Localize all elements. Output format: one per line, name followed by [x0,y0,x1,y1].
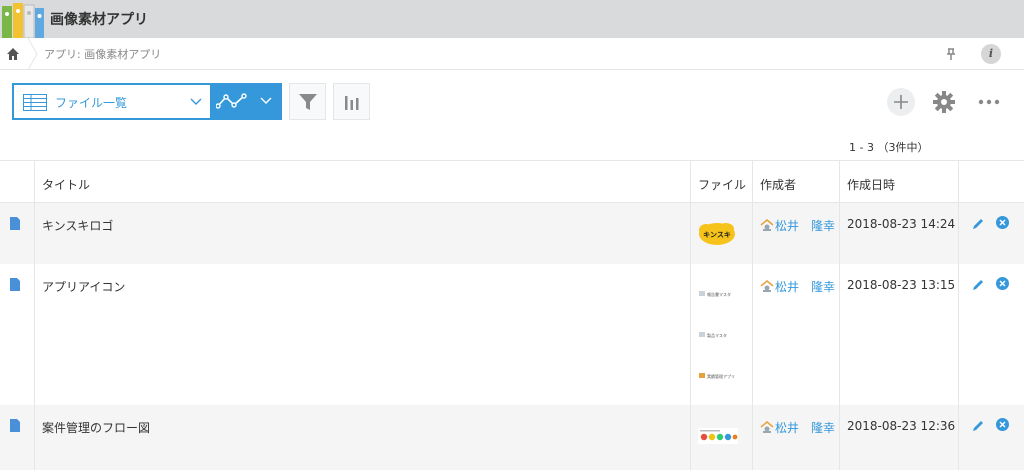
record-title: 案件管理のフロー図 [42,421,151,435]
breadcrumb-separator-icon [27,38,38,70]
table-header: タイトル ファイル 作成者 作成日時 [0,160,1024,203]
add-record-button[interactable] [887,88,915,116]
view-selector: ファイル一覧 [12,83,282,120]
user-avatar-icon [760,421,774,433]
thumbnail-logo-text: キンスキ [703,231,731,239]
table-row[interactable]: 案件管理のフロー図 松井 隆幸 2018-08-23 12:36 [0,405,1024,470]
creator-name: 松井 隆幸 [775,219,836,233]
document-icon[interactable] [10,419,20,432]
view-label: ファイル一覧 [55,96,128,110]
app-header: 画像素材アプリ [0,0,1024,38]
thumbnail-label-text: 報告書マスタ [707,291,731,297]
delete-icon[interactable] [996,418,1009,431]
more-options-icon[interactable] [978,96,1000,108]
column-header-file[interactable]: ファイル [698,176,746,193]
created-datetime: 2018-08-23 13:15 [847,278,956,292]
thumbnail-label-text: 製品マスタ [707,332,727,338]
filter-button[interactable] [289,83,326,120]
column-divider [839,160,840,470]
creator-name: 松井 隆幸 [775,421,836,435]
column-divider [958,160,959,470]
breadcrumb-app-link[interactable]: アプリ: 画像素材アプリ [44,46,161,62]
column-divider [34,160,35,470]
column-header-title[interactable]: タイトル [42,176,90,193]
table-row[interactable]: キンスキロゴ キンスキ 松井 隆幸 2018-08-23 14:24 [0,203,1024,264]
thumbnail-label-text: 実績管理アプリ [707,373,735,379]
pagination-text: 1 - 3 （3件中） [849,141,929,154]
home-icon[interactable] [6,47,20,61]
column-header-creator[interactable]: 作成者 [760,176,796,193]
list-view-icon [23,94,47,111]
created-datetime: 2018-08-23 14:24 [847,217,956,231]
creator-name: 松井 隆幸 [775,280,836,294]
delete-icon[interactable] [996,277,1009,290]
creator-link[interactable]: 松井 隆幸 [760,278,835,295]
creator-link[interactable]: 松井 隆幸 [760,217,835,234]
file-thumbnail-logo[interactable]: キンスキ [698,221,736,247]
record-title: アプリアイコン [42,280,126,294]
filter-icon [299,94,317,110]
bar-chart-icon [345,96,359,110]
app-title: 画像素材アプリ [50,12,148,28]
file-thumbnail-app-icons[interactable]: 報告書マスタ 製品マスタ 実績管理アプリ [698,290,742,380]
info-icon[interactable]: i [981,44,1001,64]
document-icon[interactable] [10,278,20,291]
created-datetime: 2018-08-23 12:36 [847,419,956,433]
app-logo-binders-icon [2,3,44,38]
pencil-icon[interactable] [972,419,985,432]
record-title: キンスキロゴ [42,219,114,233]
table-row[interactable]: アプリアイコン 報告書マスタ 製品マスタ 実績管理アプリ 松井 隆幸 2018-… [0,264,1024,405]
graph-view-icon[interactable] [216,93,248,110]
plus-icon [894,95,908,109]
view-dropdown[interactable]: ファイル一覧 [14,85,210,118]
creator-link[interactable]: 松井 隆幸 [760,419,835,436]
pencil-icon[interactable] [972,278,985,291]
file-thumbnail-flow-diagram[interactable] [698,428,738,444]
user-avatar-icon [760,219,774,231]
column-header-created[interactable]: 作成日時 [847,176,895,193]
gear-icon[interactable] [933,91,955,113]
chevron-down-icon [190,98,202,105]
chevron-down-icon[interactable] [260,95,272,107]
document-icon[interactable] [10,217,20,230]
chart-button[interactable] [333,83,370,120]
pencil-icon[interactable] [972,217,985,230]
breadcrumb: アプリ: 画像素材アプリ i [0,38,1024,70]
column-divider [690,160,691,470]
column-divider [752,160,753,470]
pin-icon[interactable] [944,47,958,61]
user-avatar-icon [760,280,774,292]
delete-icon[interactable] [996,216,1009,229]
